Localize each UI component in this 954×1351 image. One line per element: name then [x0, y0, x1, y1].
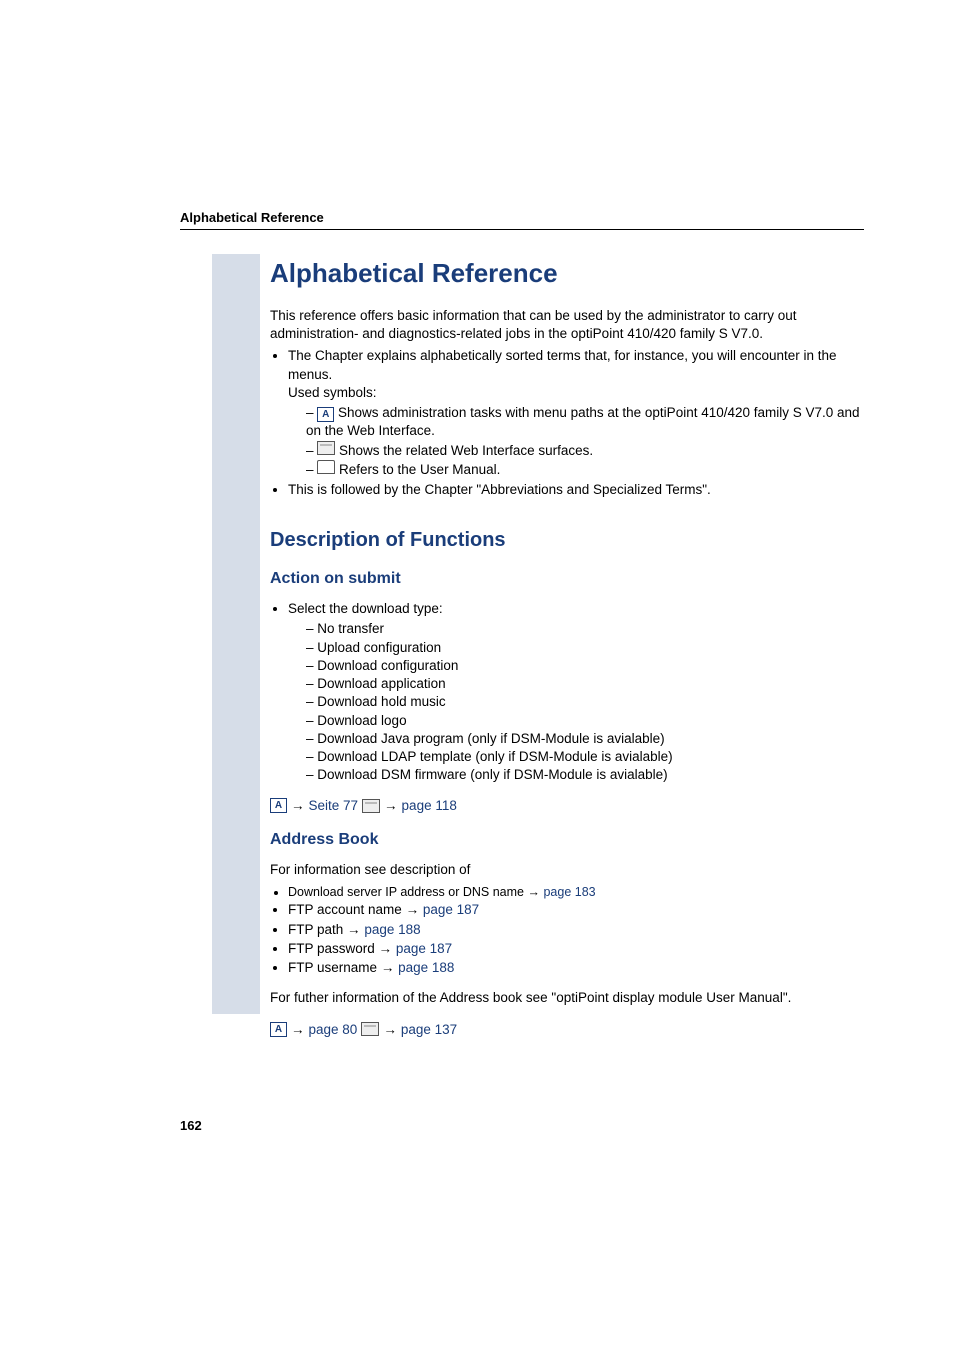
download-type-list: No transfer Upload configuration Downloa…: [306, 620, 864, 784]
address-item-download-server: Download server IP address or DNS name →…: [288, 884, 864, 901]
content-column: Alphabetical Reference This reference of…: [270, 258, 864, 1037]
intro-bullet-2: This is followed by the Chapter "Abbrevi…: [288, 481, 864, 499]
action-ref-line: A → Seite 77 → page 118: [270, 798, 864, 813]
symbol-item-admin: A Shows administration tasks with menu p…: [306, 404, 864, 440]
arrow-icon: →: [291, 798, 305, 813]
address-intro: For information see description of: [270, 861, 864, 879]
link-page-187a[interactable]: page 187: [423, 902, 479, 917]
address-text-1: Download server IP address or DNS name: [288, 885, 524, 899]
admin-icon: A: [317, 407, 334, 422]
symbol-list: A Shows administration tasks with menu p…: [306, 404, 864, 479]
symbol-text-1: Shows administration tasks with menu pat…: [306, 405, 860, 438]
action-bullet-list: Select the download type: No transfer Up…: [288, 600, 864, 784]
running-header: Alphabetical Reference: [180, 210, 864, 230]
link-page-188b[interactable]: page 188: [398, 960, 454, 975]
heading-address-book: Address Book: [270, 831, 864, 849]
arrow-icon: →: [406, 902, 420, 917]
address-text-4: FTP password: [288, 941, 375, 956]
symbol-text-2: Shows the related Web Interface surfaces…: [335, 443, 593, 458]
heading-action-on-submit: Action on submit: [270, 570, 864, 588]
web-icon: [361, 1022, 379, 1036]
admin-icon: A: [270, 1022, 287, 1037]
address-text-3: FTP path: [288, 922, 343, 937]
download-dsm: Download DSM firmware (only if DSM-Modul…: [306, 766, 864, 784]
link-page-187b[interactable]: page 187: [396, 941, 452, 956]
admin-icon: A: [270, 798, 287, 813]
arrow-icon: →: [347, 922, 361, 937]
arrow-icon: →: [381, 960, 395, 975]
address-text-5: FTP username: [288, 960, 377, 975]
ref-page-80[interactable]: page 80: [309, 1022, 358, 1037]
arrow-icon: →: [383, 1022, 397, 1037]
arrow-icon: →: [379, 941, 393, 956]
download-ldap: Download LDAP template (only if DSM-Modu…: [306, 748, 864, 766]
intro-text: This reference offers basic information …: [270, 307, 864, 343]
download-upload-config: Upload configuration: [306, 639, 864, 657]
address-ref-line: A → page 80 → page 137: [270, 1022, 864, 1037]
address-item-ftp-path: FTP path → page 188: [288, 921, 864, 939]
intro-bullet-1-line1: The Chapter explains alphabetically sort…: [288, 348, 837, 381]
symbol-item-manual: Refers to the User Manual.: [306, 460, 864, 479]
symbol-text-3: Refers to the User Manual.: [335, 462, 500, 477]
download-java: Download Java program (only if DSM-Modul…: [306, 730, 864, 748]
link-page-188a[interactable]: page 188: [364, 922, 420, 937]
download-application: Download application: [306, 675, 864, 693]
address-text-2: FTP account name: [288, 902, 402, 917]
symbol-item-web: Shows the related Web Interface surfaces…: [306, 441, 864, 460]
address-list: Download server IP address or DNS name →…: [288, 884, 864, 978]
download-logo: Download logo: [306, 712, 864, 730]
heading-description: Description of Functions: [270, 529, 864, 552]
title-h1: Alphabetical Reference: [270, 258, 864, 289]
intro-bullet-list: The Chapter explains alphabetically sort…: [288, 347, 864, 499]
manual-icon: [317, 460, 335, 474]
download-no-transfer: No transfer: [306, 620, 864, 638]
ref-page-137[interactable]: page 137: [401, 1022, 457, 1037]
arrow-icon: →: [291, 1022, 305, 1037]
address-item-ftp-password: FTP password → page 187: [288, 940, 864, 958]
link-page-183[interactable]: page 183: [543, 885, 595, 899]
address-item-ftp-account: FTP account name → page 187: [288, 901, 864, 919]
sidebar-stripe: [212, 254, 260, 1014]
download-hold-music: Download hold music: [306, 693, 864, 711]
intro-bullet-1-line2: Used symbols:: [288, 385, 377, 400]
action-bullet: Select the download type: No transfer Up…: [288, 600, 864, 784]
address-outro: For futher information of the Address bo…: [270, 989, 864, 1007]
ref-page-118[interactable]: page 118: [402, 798, 457, 813]
ref-seite-77[interactable]: Seite 77: [309, 798, 359, 813]
download-download-config: Download configuration: [306, 657, 864, 675]
arrow-icon: →: [527, 885, 540, 899]
page-number: 162: [180, 1118, 202, 1133]
web-icon: [362, 799, 380, 813]
action-bullet-text: Select the download type:: [288, 601, 443, 616]
address-item-ftp-username: FTP username → page 188: [288, 959, 864, 977]
web-icon: [317, 441, 335, 455]
page-container: Alphabetical Reference Alphabetical Refe…: [0, 0, 954, 1037]
intro-bullet-1: The Chapter explains alphabetically sort…: [288, 347, 864, 479]
arrow-icon: →: [384, 798, 398, 813]
